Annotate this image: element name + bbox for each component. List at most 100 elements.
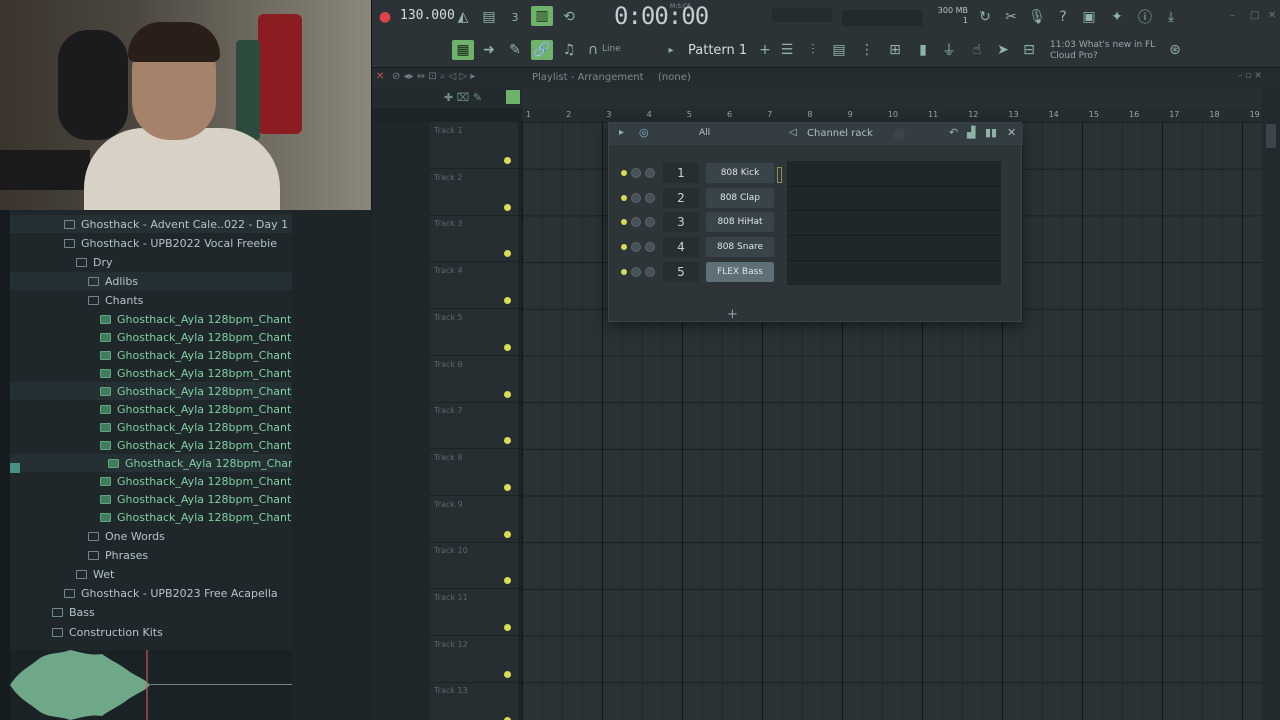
channel-pan-knob[interactable] — [631, 266, 641, 277]
track-mute-led[interactable] — [504, 250, 511, 258]
channel-volume-knob[interactable] — [645, 192, 655, 203]
cart-icon[interactable]: ⊟ — [1018, 40, 1040, 60]
track-name[interactable]: Track 9 — [434, 500, 463, 509]
mixer-icon[interactable]: ⫶ — [802, 40, 824, 60]
plugin-icon[interactable]: ✦ — [1106, 7, 1128, 27]
track-mute-led[interactable] — [504, 483, 511, 491]
cpu-icon[interactable]: ↻ — [974, 7, 996, 27]
pattern-add-icon[interactable]: + — [754, 40, 776, 60]
channel-name-button[interactable]: 808 HiHat — [706, 212, 774, 233]
channel-name-button[interactable]: 808 Kick — [706, 163, 774, 183]
channel-mute-led[interactable] — [621, 268, 627, 275]
plugin-db-icon[interactable]: ⊞ — [884, 40, 906, 60]
help-icon[interactable]: ? — [1052, 7, 1074, 27]
playlist-tools-icons[interactable]: ⊘ ◂▸ ⇔ ⊡ ⌕ ◁ ▷ ▸ — [392, 71, 475, 82]
browser-folder-item[interactable]: Construction Kits — [52, 623, 163, 641]
channel-mixer-track[interactable]: 5 — [663, 261, 699, 282]
rack-swing-icon[interactable]: ◎ — [639, 126, 649, 139]
channel-rack-icon[interactable]: ▤ — [828, 40, 850, 60]
cut-icon[interactable]: ✂ — [1000, 7, 1022, 27]
rack-undo-icon[interactable]: ↶ — [949, 126, 958, 139]
magnet-icon[interactable]: ∩ — [582, 40, 604, 60]
snap-select[interactable]: Line — [602, 44, 621, 54]
browser-folder-item[interactable]: Phrases — [88, 546, 148, 564]
mic-icon[interactable]: 🎙 — [1026, 7, 1048, 27]
channel-pan-knob[interactable] — [631, 168, 641, 178]
track-name[interactable]: Track 2 — [434, 173, 463, 182]
playlist-scrollbar[interactable] — [1262, 88, 1280, 720]
browser-icon[interactable]: ⋮ — [856, 40, 878, 60]
track-mute-led[interactable] — [504, 390, 511, 398]
browser-folder-item[interactable]: Bass — [52, 603, 95, 621]
playlist-ruler[interactable]: 1 2 3 4 5 6 7 8 9 10 11 12 13 14 15 16 17 18 19 — [522, 108, 1262, 122]
maximize-icon[interactable]: □ — [1250, 10, 1259, 21]
channel-mixer-track[interactable]: 3 — [663, 212, 699, 233]
track-name[interactable]: Track 6 — [434, 360, 463, 369]
rack-graph-icon[interactable]: ▟ — [967, 126, 975, 139]
step-sequencer[interactable] — [787, 161, 1001, 285]
browser-folder-item[interactable]: Ghosthack - UPB2022 Vocal Freebie — [64, 234, 277, 252]
folder-icon[interactable]: ▮ — [912, 40, 934, 60]
cloud-icon[interactable]: ⊛ — [1164, 40, 1186, 60]
channel-volume-knob[interactable] — [645, 217, 655, 228]
channel-mixer-track[interactable]: 2 — [663, 187, 699, 208]
expand-panel-icon[interactable] — [10, 463, 20, 473]
song-time-display[interactable]: 0:00:00 — [614, 2, 709, 30]
browser-folder-item[interactable]: One Words — [88, 527, 165, 545]
countdown-icon[interactable]: 3 — [504, 7, 526, 27]
channel-pan-knob[interactable] — [631, 242, 641, 253]
save-icon[interactable]: ▣ — [1078, 7, 1100, 27]
channel-volume-knob[interactable] — [645, 266, 655, 277]
playlist-piano-icon[interactable] — [506, 90, 520, 104]
channel-mute-led[interactable] — [621, 244, 627, 251]
track-name[interactable]: Track 7 — [434, 406, 463, 415]
rack-knob-icon[interactable] — [893, 128, 905, 140]
bell-icon[interactable]: ♫ — [558, 40, 580, 60]
channel-mute-led[interactable] — [621, 219, 627, 226]
channel-volume-knob[interactable] — [645, 242, 655, 253]
rack-steps-icon[interactable]: ▮▮ — [985, 126, 997, 139]
browser-folder-item[interactable]: Adlibs — [88, 272, 138, 290]
track-name[interactable]: Track 5 — [434, 313, 463, 322]
playlist-close-icon[interactable]: ✕ — [376, 71, 384, 82]
channel-name-button[interactable]: 808 Clap — [706, 187, 774, 208]
metronome-icon[interactable]: ◭ — [452, 7, 474, 27]
news-panel[interactable]: 11:03 What's new in FL Cloud Pro? — [1050, 40, 1160, 62]
track-mute-led[interactable] — [504, 297, 511, 305]
scroll-thumb[interactable] — [1266, 124, 1276, 148]
play-arrow-icon[interactable]: ➜ — [478, 40, 500, 60]
browser-folder-item[interactable]: Chants — [88, 291, 143, 309]
channel-mute-led[interactable] — [621, 170, 627, 176]
close-window-icon[interactable]: ✕ — [1268, 10, 1276, 21]
track-mute-led[interactable] — [504, 530, 511, 538]
link-icon[interactable]: 🔗 — [531, 40, 553, 60]
rack-filter-select[interactable]: All — [699, 128, 763, 138]
track-name[interactable]: Track 13 — [434, 686, 468, 695]
track-mute-led[interactable] — [504, 437, 511, 445]
info-icon[interactable]: ⓘ — [1134, 7, 1156, 27]
track-name[interactable]: Track 10 — [434, 546, 468, 555]
loop-record-icon[interactable]: ⟲ — [558, 7, 580, 27]
channel-name-button[interactable]: 808 Snare — [706, 237, 774, 258]
add-channel-button[interactable]: + — [727, 307, 738, 322]
touch-icon[interactable]: ☝ — [966, 40, 988, 60]
piano-roll-icon[interactable]: ▦ — [452, 40, 474, 60]
track-name[interactable]: Track 4 — [434, 266, 463, 275]
track-name[interactable]: Track 3 — [434, 219, 463, 228]
playlist-pattern-select[interactable]: (none) — [658, 72, 691, 83]
record-icon[interactable]: ● — [374, 7, 396, 27]
track-mute-led[interactable] — [504, 624, 511, 631]
channel-pan-knob[interactable] — [631, 217, 641, 228]
track-mute-led[interactable] — [504, 577, 511, 585]
channel-pan-knob[interactable] — [631, 192, 641, 203]
playlist-icon[interactable]: ☰ — [776, 40, 798, 60]
browser-folder-item[interactable]: Wet — [76, 565, 114, 583]
draw-icon[interactable]: ✎ — [504, 40, 526, 60]
playlist-tool-icons[interactable]: ✚ ⌧ ✎ — [444, 91, 482, 104]
channel-mute-led[interactable] — [621, 194, 627, 201]
tempo-display[interactable]: 130.000 — [400, 8, 455, 23]
plug-icon[interactable]: ⏚ — [938, 40, 960, 60]
channel-mixer-track[interactable]: 1 — [663, 163, 699, 183]
download-icon[interactable]: ⤓ — [1160, 7, 1182, 27]
track-mute-led[interactable] — [504, 157, 511, 164]
